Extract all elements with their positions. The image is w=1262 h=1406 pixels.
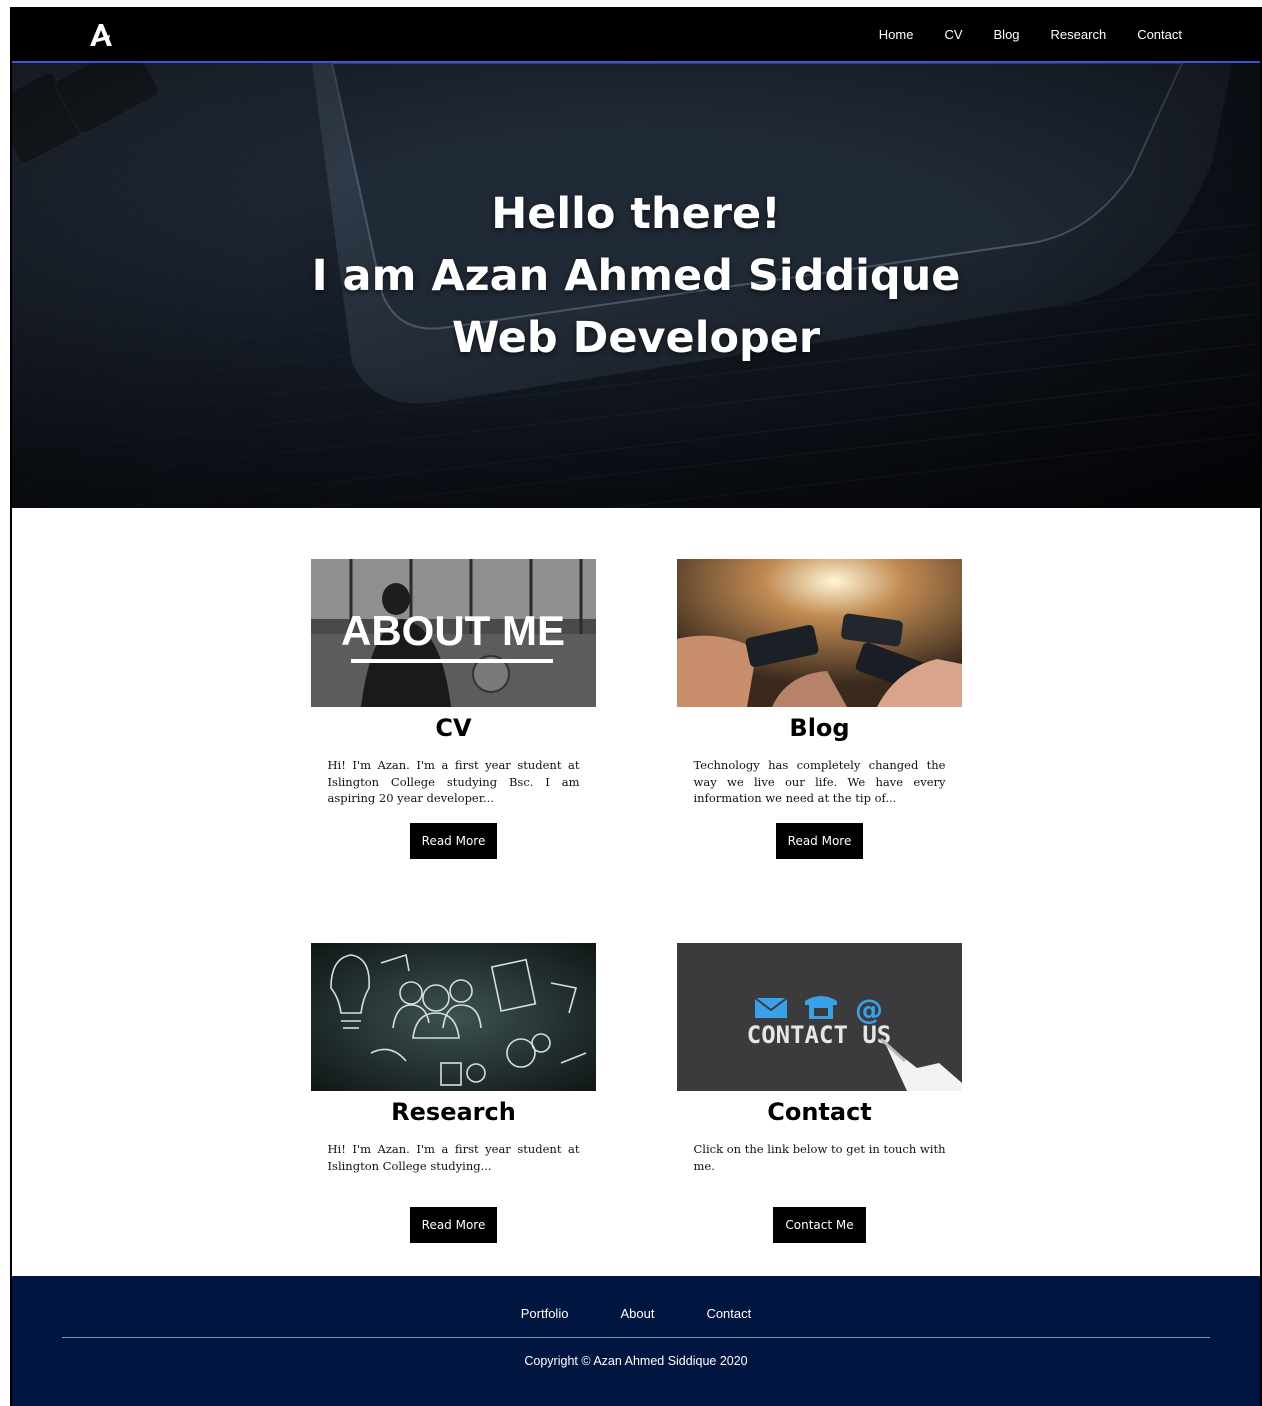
footer-link-portfolio[interactable]: Portfolio	[521, 1306, 569, 1321]
card-text-contact: Click on the link below to get in touch …	[693, 1142, 946, 1173]
navbar: Home CV Blog Research Contact	[12, 7, 1260, 63]
card-research: Research Hi! I'm Azan. I'm a first year …	[311, 943, 596, 1243]
research-image	[311, 943, 596, 1091]
nav-link-cv[interactable]: CV	[944, 27, 962, 42]
card-cv: ABOUT ME CV Hi! I'm Azan. I'm a first ye…	[311, 559, 596, 859]
page: Home CV Blog Research Contact Hello ther…	[10, 7, 1262, 1406]
mail-icon	[754, 997, 788, 1018]
nav-link-home[interactable]: Home	[879, 27, 914, 42]
footer-link-about[interactable]: About	[620, 1306, 654, 1321]
footer-link-contact[interactable]: Contact	[706, 1306, 751, 1321]
card-title-cv: CV	[435, 714, 472, 742]
nav-links: Home CV Blog Research Contact	[879, 27, 1182, 42]
read-more-research-button[interactable]: Read More	[409, 1207, 498, 1243]
hero-line-greeting: Hello there!	[491, 189, 781, 239]
contact-me-button[interactable]: Contact Me	[773, 1207, 866, 1243]
hero-line-role: Web Developer	[451, 313, 821, 363]
hero-heading: Hello there! I am Azan Ahmed Siddique We…	[12, 183, 1260, 369]
nav-link-research[interactable]: Research	[1051, 27, 1107, 42]
about-me-image: ABOUT ME	[311, 559, 596, 707]
about-me-image-text: ABOUT ME	[341, 607, 565, 654]
card-contact: @ CONTACT US Contact Click on the link b…	[677, 943, 962, 1243]
read-more-cv-button[interactable]: Read More	[409, 823, 498, 859]
contact-us-image-text: CONTACT US	[747, 1021, 892, 1049]
card-text-blog: Technology has completely changed the wa…	[693, 758, 946, 805]
footer-divider	[62, 1337, 1210, 1338]
card-title-blog: Blog	[789, 714, 850, 742]
card-title-research: Research	[391, 1098, 516, 1126]
hero-line-name: I am Azan Ahmed Siddique	[311, 251, 961, 301]
logo[interactable]	[86, 21, 116, 49]
hero-banner: Hello there! I am Azan Ahmed Siddique We…	[12, 63, 1260, 508]
contact-us-image: @ CONTACT US	[677, 943, 962, 1091]
copyright-text: Copyright © Azan Ahmed Siddique 2020	[524, 1354, 748, 1368]
logo-a-icon	[90, 24, 112, 46]
footer-links: Portfolio About Contact	[12, 1306, 1260, 1321]
read-more-blog-button[interactable]: Read More	[775, 823, 864, 859]
nav-link-blog[interactable]: Blog	[994, 27, 1020, 42]
footer: Portfolio About Contact Copyright © Azan…	[12, 1276, 1260, 1406]
blog-image	[677, 559, 962, 707]
card-blog: Blog Technology has completely changed t…	[677, 559, 962, 859]
card-text-cv: Hi! I'm Azan. I'm a first year student a…	[327, 758, 580, 805]
phone-icon	[805, 996, 837, 1019]
card-text-research: Hi! I'm Azan. I'm a first year student a…	[327, 1142, 580, 1173]
card-title-contact: Contact	[767, 1098, 872, 1126]
nav-link-contact[interactable]: Contact	[1137, 27, 1182, 42]
